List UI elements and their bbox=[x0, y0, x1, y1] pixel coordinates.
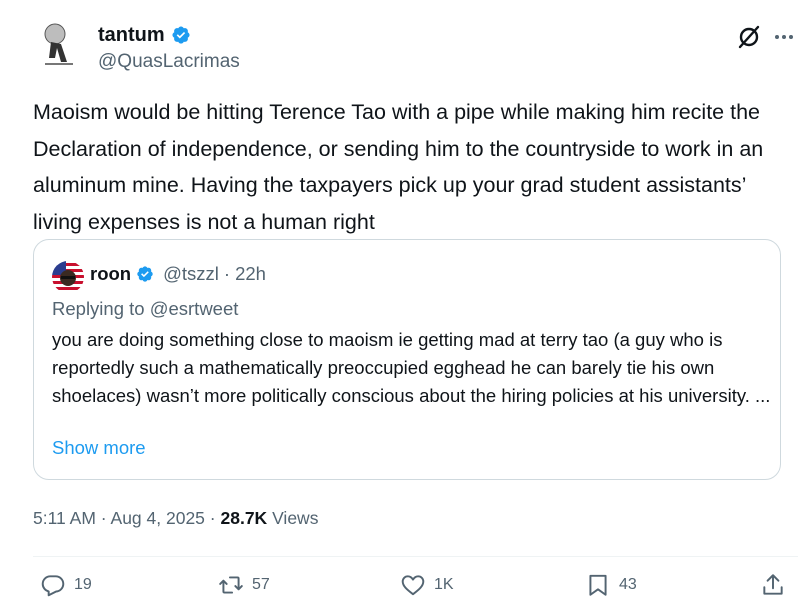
author-avatar[interactable] bbox=[33, 18, 85, 70]
author-name[interactable]: tantum bbox=[98, 23, 191, 47]
quote-avatar[interactable] bbox=[52, 261, 84, 293]
reply-icon bbox=[41, 575, 65, 597]
repost-icon bbox=[219, 576, 243, 594]
tweet-text: Maoism would be hitting Terence Tao with… bbox=[33, 100, 764, 234]
bookmark-icon bbox=[589, 574, 607, 596]
show-more-link[interactable]: Show more bbox=[52, 436, 146, 460]
reply-count: 19 bbox=[74, 576, 92, 593]
quote-replying-to: Replying to @esrtweet bbox=[52, 298, 239, 319]
quote-meta-separator: · bbox=[223, 263, 231, 284]
quoted-tweet[interactable]: roon @tszzl · 22h Replying to @esrtweet … bbox=[33, 239, 781, 480]
views-label: Views bbox=[272, 508, 319, 528]
verified-badge-icon bbox=[137, 266, 153, 282]
tweet-date[interactable]: Aug 4, 2025 bbox=[111, 508, 205, 528]
like-icon bbox=[401, 575, 425, 596]
quote-header: roon @tszzl · 22h bbox=[90, 262, 266, 286]
quote-author-handle[interactable]: @tszzl bbox=[163, 262, 219, 286]
quote-author-name[interactable]: roon bbox=[90, 262, 131, 286]
bookmark-button[interactable]: 43 bbox=[585, 570, 637, 600]
quote-text: you are doing something close to maoism … bbox=[52, 329, 771, 406]
grok-icon[interactable] bbox=[736, 24, 762, 50]
verified-badge-icon bbox=[172, 26, 190, 44]
share-icon bbox=[763, 574, 783, 595]
more-icon[interactable] bbox=[773, 24, 795, 50]
quote-time[interactable]: 22h bbox=[235, 262, 266, 286]
like-count: 1K bbox=[434, 576, 454, 593]
timestamp-separator: · bbox=[209, 508, 216, 528]
tweet-time[interactable]: 5:11 AM bbox=[33, 508, 96, 528]
share-button[interactable] bbox=[760, 570, 786, 600]
author-name-text[interactable]: tantum bbox=[98, 23, 165, 47]
views-count: 28.7K bbox=[220, 508, 268, 528]
author-handle[interactable]: @QuasLacrimas bbox=[98, 50, 240, 74]
divider bbox=[33, 556, 798, 557]
tweet-timestamp: 5:11 AM · Aug 4, 2025 · 28.7K Views bbox=[33, 506, 318, 530]
repost-button[interactable]: 57 bbox=[218, 570, 270, 600]
timestamp-separator: · bbox=[100, 508, 107, 528]
like-button[interactable]: 1K bbox=[400, 570, 454, 600]
bookmark-count: 43 bbox=[619, 576, 637, 593]
repost-count: 57 bbox=[252, 576, 270, 593]
reply-button[interactable]: 19 bbox=[40, 570, 92, 600]
tweet: tantum @QuasLacrimas Maoism would be hit… bbox=[0, 0, 798, 614]
